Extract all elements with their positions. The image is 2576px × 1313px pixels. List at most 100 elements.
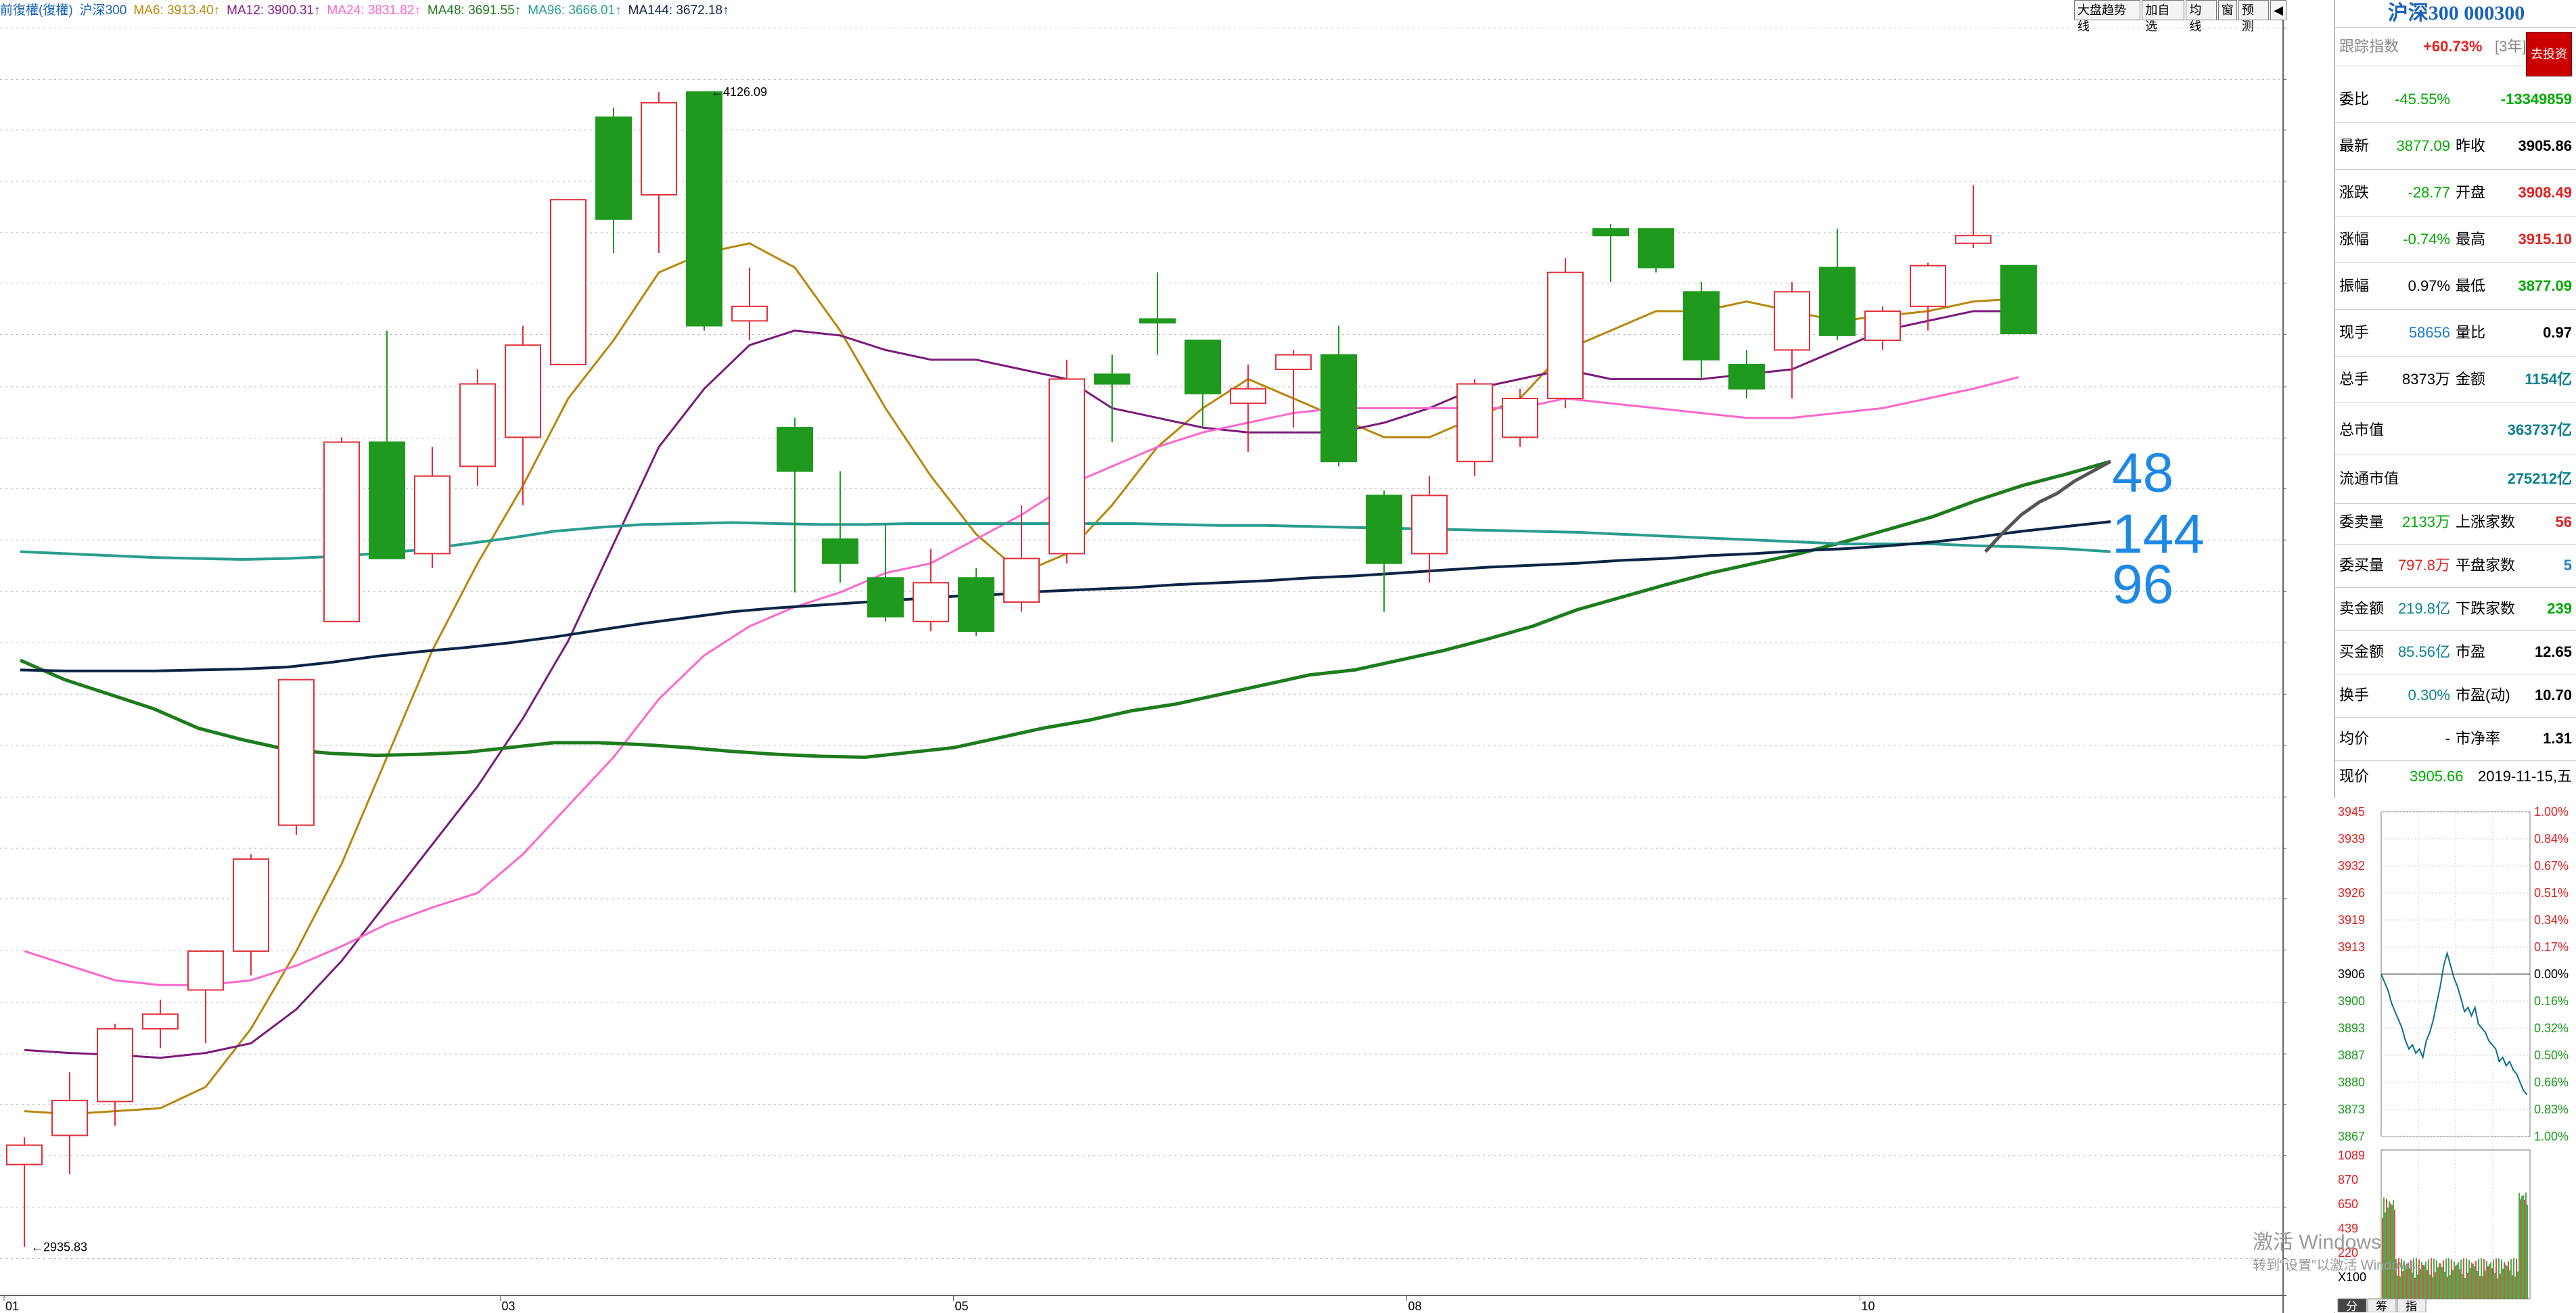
- candle-body[interactable]: [1366, 494, 1402, 564]
- toolbar-button-1[interactable]: 加自选: [2142, 0, 2185, 33]
- quote-label: 委比: [2339, 91, 2370, 108]
- x-tick-label: 05: [955, 1299, 969, 1313]
- quote-label: 委买量: [2339, 557, 2385, 574]
- candle-body[interactable]: [187, 950, 224, 991]
- x-tick-label: 01: [5, 1299, 19, 1313]
- candle-body[interactable]: [1955, 235, 1992, 244]
- candle-body[interactable]: [1049, 378, 1085, 555]
- candle-body[interactable]: [1638, 228, 1674, 269]
- quote-value: 0.30%: [2408, 687, 2450, 704]
- quote-label-2: 市净率: [2456, 730, 2501, 747]
- candle-body[interactable]: [1230, 388, 1266, 405]
- candle-body[interactable]: [1864, 310, 1901, 342]
- candle-body[interactable]: [142, 1013, 179, 1030]
- candle-body[interactable]: [958, 577, 994, 632]
- candle-body[interactable]: [505, 344, 541, 438]
- candle-body[interactable]: [369, 441, 405, 559]
- quote-value: 58656: [2408, 324, 2450, 341]
- candle-body[interactable]: [233, 858, 269, 952]
- mini-price-tick: 3893: [2338, 1021, 2365, 1035]
- candle-body[interactable]: [1592, 228, 1629, 237]
- quote-row: 振幅 0.97% 最低 3877.09: [2335, 262, 2576, 310]
- candle-body[interactable]: [2000, 264, 2037, 335]
- candle-body[interactable]: [1456, 383, 1493, 463]
- price-row: 现价 3905.66 2019-11-15,五: [2335, 758, 2576, 796]
- quote-row: 委卖量 2133万 上涨家数 56: [2335, 501, 2576, 545]
- toolbar-button-3[interactable]: 窗: [2217, 0, 2237, 20]
- kline-chart-area[interactable]: 4192413940874034398139293876382237693717…: [0, 0, 2286, 1313]
- candle-body[interactable]: [641, 101, 677, 196]
- track-value: +60.73%: [2423, 38, 2483, 55]
- indicator-1: 沪深300: [79, 3, 127, 18]
- candle-body[interactable]: [6, 1144, 43, 1166]
- mini-tab-label[interactable]: 分: [2346, 1300, 2358, 1312]
- mini-tab-label[interactable]: 筹: [2376, 1300, 2387, 1312]
- candle-body[interactable]: [1502, 398, 1538, 438]
- candle-body[interactable]: [1003, 557, 1040, 603]
- quote-row: 现手 58656 量比 0.97: [2335, 309, 2576, 356]
- mini-pct-tick: 0.84%: [2534, 832, 2569, 846]
- mini-pct-tick: 0.16%: [2534, 994, 2569, 1008]
- kline-chart[interactable]: 4192413940874034398139293876382237693717…: [0, 0, 2286, 1313]
- mini-price-tick: 3873: [2338, 1103, 2365, 1116]
- quote-label: 最新: [2339, 137, 2370, 154]
- candle-body[interactable]: [777, 427, 813, 472]
- candle-body[interactable]: [867, 577, 904, 618]
- quote-row: 买金额 85.56亿 市盈 12.65: [2335, 630, 2576, 674]
- panel-title: 沪深300 000300: [2335, 0, 2576, 28]
- mini-price-tick: 3906: [2338, 967, 2365, 981]
- toolbar-button-2[interactable]: 均线: [2186, 0, 2217, 33]
- candle-body[interactable]: [1910, 264, 1946, 307]
- quote-label-2: 昨收: [2456, 137, 2486, 154]
- mini-pct-tick: 0.50%: [2534, 1049, 2569, 1062]
- candle-body[interactable]: [414, 475, 451, 555]
- candle-body[interactable]: [550, 199, 586, 365]
- candle-body[interactable]: [323, 441, 360, 622]
- quote-label: 卖金额: [2339, 600, 2385, 617]
- candle-body[interactable]: [595, 116, 632, 220]
- quote-label: 买金额: [2339, 643, 2385, 660]
- indicator-5: MA48: 3691.55↑: [427, 3, 522, 18]
- candle-body[interactable]: [278, 678, 315, 826]
- candle-body[interactable]: [1320, 354, 1357, 463]
- candle-body[interactable]: [1819, 267, 1856, 336]
- invest-button[interactable]: 去投资: [2526, 32, 2572, 76]
- quote-label-2: 量比: [2456, 324, 2486, 341]
- candle-body[interactable]: [1139, 318, 1176, 324]
- quote-value: -0.74%: [2403, 231, 2450, 248]
- candle-body[interactable]: [459, 383, 496, 467]
- quote-row: 总手 8373万 金额 1154亿: [2335, 356, 2576, 403]
- quote-label: 均价: [2339, 730, 2370, 747]
- quote-value-2: 56: [2555, 513, 2572, 530]
- candle-body[interactable]: [1683, 291, 1720, 361]
- quote-value: 797.8万: [2397, 557, 2450, 574]
- candle-body[interactable]: [913, 582, 949, 622]
- candle-body[interactable]: [731, 305, 768, 322]
- candle-body[interactable]: [822, 538, 858, 564]
- candle-body[interactable]: [1547, 271, 1584, 400]
- quote-value-2: 5: [2563, 557, 2572, 574]
- candle-body[interactable]: [686, 91, 722, 327]
- quote-row: 换手 0.30% 市盈(动) 10.70: [2335, 674, 2576, 718]
- candle-body[interactable]: [51, 1099, 88, 1136]
- candle-body[interactable]: [1728, 363, 1765, 390]
- mini-tab-label[interactable]: 指: [2406, 1300, 2417, 1312]
- toolbar-button-5[interactable]: ◀: [2270, 0, 2286, 20]
- candle-body[interactable]: [97, 1028, 133, 1103]
- mini-price-tick: 3887: [2338, 1049, 2365, 1062]
- price-value: 3905.66: [2410, 768, 2464, 785]
- quote-row: 最新 3877.09 昨收 3905.86: [2335, 122, 2576, 170]
- candle-body[interactable]: [1094, 373, 1130, 385]
- quote-row: 委买量 797.8万 平盘家数 5: [2335, 544, 2576, 588]
- toolbar-button-4[interactable]: 预测: [2238, 0, 2270, 33]
- candle-body[interactable]: [1184, 340, 1221, 394]
- track-row: 跟踪指数 +60.73% [3年] 去投资: [2335, 28, 2576, 76]
- candle-body[interactable]: [1275, 354, 1312, 371]
- candle-body[interactable]: [1411, 494, 1448, 555]
- quote-label: 振幅: [2339, 277, 2370, 294]
- mini-pct-tick: 0.83%: [2534, 1103, 2569, 1116]
- quote-value-2: 3877.09: [2518, 277, 2572, 294]
- candle-body[interactable]: [1774, 291, 1810, 351]
- quote-label-2: 市盈(动): [2456, 687, 2510, 704]
- toolbar-button-0[interactable]: 大盘趋势线: [2074, 0, 2141, 33]
